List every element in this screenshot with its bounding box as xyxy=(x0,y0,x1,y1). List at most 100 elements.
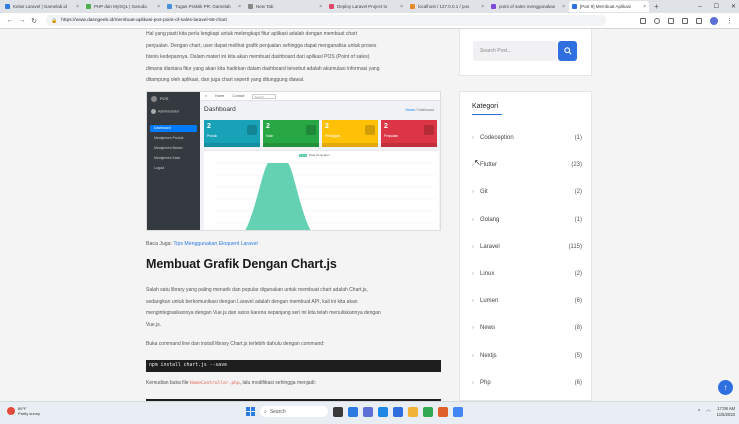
category-name: Nextjs xyxy=(480,352,497,359)
category-name: Git xyxy=(480,189,488,196)
inline-code-file: HomeController.php xyxy=(189,381,240,386)
taskbar-search[interactable]: ⌕ Search xyxy=(260,406,328,417)
search-post-input[interactable]: Search Post... xyxy=(473,41,557,61)
category-count: (8) xyxy=(574,325,582,332)
tab-close-icon[interactable]: × xyxy=(643,4,646,10)
share-icon[interactable] xyxy=(640,18,646,24)
category-item[interactable]: › Php (6) xyxy=(472,378,582,388)
tab-favicon-icon xyxy=(329,4,334,9)
baca-juga-label: Baca Juga: xyxy=(146,241,172,247)
modify-instruction: Kemudian buka file HomeController.php, l… xyxy=(146,380,316,386)
screenshot-sidebar: POS Administrator Dashboard Manajemen Pr… xyxy=(147,92,200,230)
category-item[interactable]: › Nextjs (5) xyxy=(472,351,582,361)
new-tab-button[interactable]: + xyxy=(654,2,659,11)
store-icon[interactable] xyxy=(393,406,403,417)
tab-close-icon[interactable]: × xyxy=(481,4,484,10)
wifi-icon[interactable]: ◠ xyxy=(706,409,710,415)
profile-avatar[interactable] xyxy=(710,17,718,25)
tab-label: localhost / 127.0.0.1 / pos xyxy=(418,4,470,9)
chevron-right-icon: › xyxy=(472,216,474,223)
card-label: Pelanggan xyxy=(325,134,341,138)
baca-juga-link[interactable]: Tips Menggunakan Eloquent Laravel xyxy=(173,241,257,247)
clock[interactable]: 17:08 AM 11/5/2023 xyxy=(717,406,735,418)
chrome-icon[interactable] xyxy=(423,406,433,417)
weather-widget[interactable]: 89°F Partly sunny xyxy=(7,406,40,416)
category-count: (6) xyxy=(574,298,582,305)
article-intro: Hal yang pasti kita perlu lengkapi untuk… xyxy=(146,29,442,87)
category-name: Codeception xyxy=(480,135,514,141)
menu-kebab-icon[interactable]: ⋮ xyxy=(726,17,733,25)
card-label: Kasir xyxy=(266,134,274,138)
tab-close-icon[interactable]: × xyxy=(157,4,160,10)
forward-icon[interactable]: → xyxy=(16,17,28,24)
extensions-icon[interactable] xyxy=(668,18,674,24)
code-block[interactable]: npm install chart.js --save xyxy=(146,360,441,372)
maximize-icon[interactable]: ☐ xyxy=(714,3,719,10)
category-item[interactable]: › Laravel (115) xyxy=(472,242,582,252)
browser-tab[interactable]: Deploy Laravel Project to × xyxy=(326,1,406,12)
weather-icon xyxy=(7,407,15,415)
intro-line: bisnis kedepannya. Dalam materi ini kita… xyxy=(146,54,370,60)
screenshot-search: Search xyxy=(252,93,277,99)
teams-icon[interactable] xyxy=(363,406,373,417)
category-item[interactable]: › Git (2) xyxy=(472,187,582,197)
tray-chevron-icon[interactable]: ^ xyxy=(698,409,700,415)
baca-juga: Baca Juga: Tips Menggunakan Eloquent Lar… xyxy=(146,241,258,247)
address-bar: ← → ↻ 🔒 https://www.dasngeeb.id/membuat-… xyxy=(0,13,739,29)
category-name: Golang xyxy=(480,216,500,223)
screenshot-stat-card: 2 Kasir xyxy=(263,120,319,147)
browser-tab[interactable]: [Part 9] Membuat Aplikasi × xyxy=(569,1,649,12)
card-icon xyxy=(365,125,375,135)
start-button[interactable] xyxy=(246,407,255,416)
category-item[interactable]: › News (8) xyxy=(472,323,582,333)
category-count: (1) xyxy=(574,135,582,141)
browser-tab[interactable]: Tugas Praktik PR: Gamelab × xyxy=(164,1,244,12)
task-view-icon[interactable] xyxy=(333,406,343,417)
vscode-icon[interactable] xyxy=(378,406,388,417)
dashboard-screenshot-image: POS Administrator Dashboard Manajemen Pr… xyxy=(146,91,441,231)
category-item[interactable]: › Golang (1) xyxy=(472,215,582,225)
edge-icon[interactable] xyxy=(348,406,358,417)
screenshot-chart-panel: Data Penjualan xyxy=(204,150,439,230)
minimize-icon[interactable]: – xyxy=(698,4,701,10)
chevron-right-icon: › xyxy=(472,298,474,305)
chevron-right-icon: › xyxy=(472,243,474,250)
browser-tab[interactable]: point of sales menggunakan × xyxy=(488,1,568,12)
install-instruction: Buka command line dan install library Ch… xyxy=(146,341,325,347)
category-item[interactable]: › Codeception (1) xyxy=(472,133,582,143)
xampp-icon[interactable] xyxy=(438,406,448,417)
tab-label: Deploy Laravel Project to xyxy=(337,4,388,9)
intro-line: penjualan. Dengan chart, user dapat meli… xyxy=(146,42,377,49)
tab-close-icon[interactable]: × xyxy=(238,4,241,10)
download-icon[interactable] xyxy=(682,18,688,24)
card-icon xyxy=(306,125,316,135)
browser-tab[interactable]: localhost / 127.0.0.1 / pos × xyxy=(407,1,487,12)
back-icon[interactable]: ← xyxy=(4,17,16,24)
chrome-profile-icon[interactable] xyxy=(453,406,463,417)
reload-icon[interactable]: ↻ xyxy=(28,17,40,25)
search-button[interactable] xyxy=(558,41,577,61)
chevron-right-icon: › xyxy=(472,352,474,359)
sidebar-icon[interactable] xyxy=(696,18,702,24)
tab-close-icon[interactable]: × xyxy=(562,4,565,10)
tab-close-icon[interactable]: × xyxy=(319,4,322,10)
scroll-to-top-button[interactable]: ↑ xyxy=(718,380,733,395)
tab-close-icon[interactable]: × xyxy=(400,4,403,10)
kategori-title: Kategori xyxy=(472,103,499,110)
section-line: Salah satu library yang paling menarik d… xyxy=(146,287,368,293)
category-item[interactable]: › Linux (2) xyxy=(472,269,582,279)
browser-tab[interactable]: New Tab × xyxy=(245,1,325,12)
category-item[interactable]: › Flutter (23) xyxy=(472,160,582,170)
section-heading: Membuat Grafik Dengan Chart.js xyxy=(146,257,337,271)
screenshot-menu-item: Manajemen Kasir xyxy=(154,156,181,160)
close-window-icon[interactable]: ✕ xyxy=(731,3,736,10)
browser-tab[interactable]: Kelas Laravel | Gamelab.id × xyxy=(2,1,82,12)
category-item[interactable]: › Lumen (6) xyxy=(472,296,582,306)
category-name: Flutter xyxy=(480,162,498,169)
bookmark-star-icon[interactable] xyxy=(654,18,660,24)
tab-favicon-icon xyxy=(410,4,415,9)
browser-tab[interactable]: PHP dan MySQL | Garuda × xyxy=(83,1,163,12)
url-field[interactable]: 🔒 https://www.dasngeeb.id/membuat-aplika… xyxy=(46,15,606,26)
file-explorer-icon[interactable] xyxy=(408,406,418,417)
tab-close-icon[interactable]: × xyxy=(76,4,79,10)
